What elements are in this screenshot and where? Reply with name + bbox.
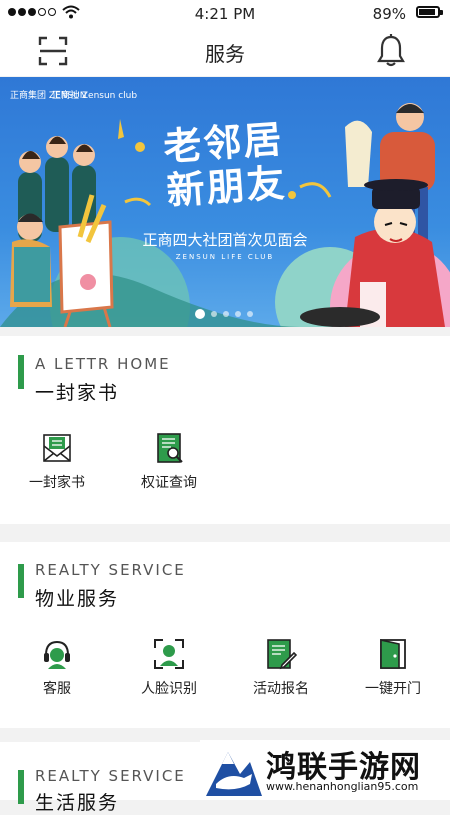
section-title: 一封家书 [35,382,120,404]
letter-label: 一封家书 [29,475,85,491]
face-recognition-item[interactable]: 人脸识别 [114,638,224,698]
event-signup-label: 活动报名 [253,681,309,697]
carousel-dot[interactable] [195,309,205,319]
carousel-dot[interactable] [235,311,241,317]
section-english-title: A LETTR HOME [35,355,171,373]
customer-service-item[interactable]: 客服 [2,638,112,698]
letter-item[interactable]: 一封家书 [2,432,112,492]
open-door-item[interactable]: 一键开门 [338,638,448,698]
section-accent-bar [18,564,24,598]
section-english-title: REALTY SERVICE [35,561,186,579]
section-accent-bar [18,770,24,804]
carousel-indicator[interactable] [195,309,253,319]
form-edit-icon [267,639,297,670]
promo-banner[interactable]: 正商集团 ZENSUN 正商社 Zensun club 老邻居 新朋友 正商四大… [0,77,450,327]
banner-subtitle: 正商四大社团首次见面会 [142,231,308,249]
section-title: 生活服务 [35,792,120,814]
bull-logo-icon [206,752,262,796]
bell-icon[interactable] [376,34,406,68]
site-watermark: 鸿联手游网 www.henanhonglian95.com [200,740,450,800]
app-header: 服务 [0,28,450,76]
carousel-dot[interactable] [223,311,229,317]
carousel-dot[interactable] [247,311,253,317]
watermark-url: www.henanhonglian95.com [266,780,419,793]
banner-english: ZENSUN LIFE CLUB [175,253,275,261]
property-section: REALTY SERVICE 物业服务 客服 人脸识别 活动报名 一键开门 [0,542,450,728]
section-accent-bar [18,355,24,389]
document-search-icon [157,433,183,463]
title-deed-search-label: 权证查询 [141,475,197,491]
event-signup-item[interactable]: 活动报名 [226,638,336,698]
carousel-dot[interactable] [211,311,217,317]
open-door-label: 一键开门 [365,681,421,697]
battery-percent: 89% [372,5,406,23]
section-english-title: REALTY SERVICE [35,767,186,785]
section-title: 物业服务 [35,588,120,610]
battery-icon [416,6,443,18]
zensun-club-logo: 正商社 Zensun club [52,91,138,101]
door-icon [380,639,406,669]
letter-section: A LETTR HOME 一封家书 一封家书 权证查询 [0,336,450,524]
face-recognition-label: 人脸识别 [141,681,197,697]
headset-icon [44,640,70,669]
envelope-icon [43,434,71,462]
title-deed-search-item[interactable]: 权证查询 [114,432,224,492]
face-scan-icon [154,639,184,669]
status-bar: 4:21 PM 89% [0,0,450,28]
customer-service-label: 客服 [43,681,71,697]
